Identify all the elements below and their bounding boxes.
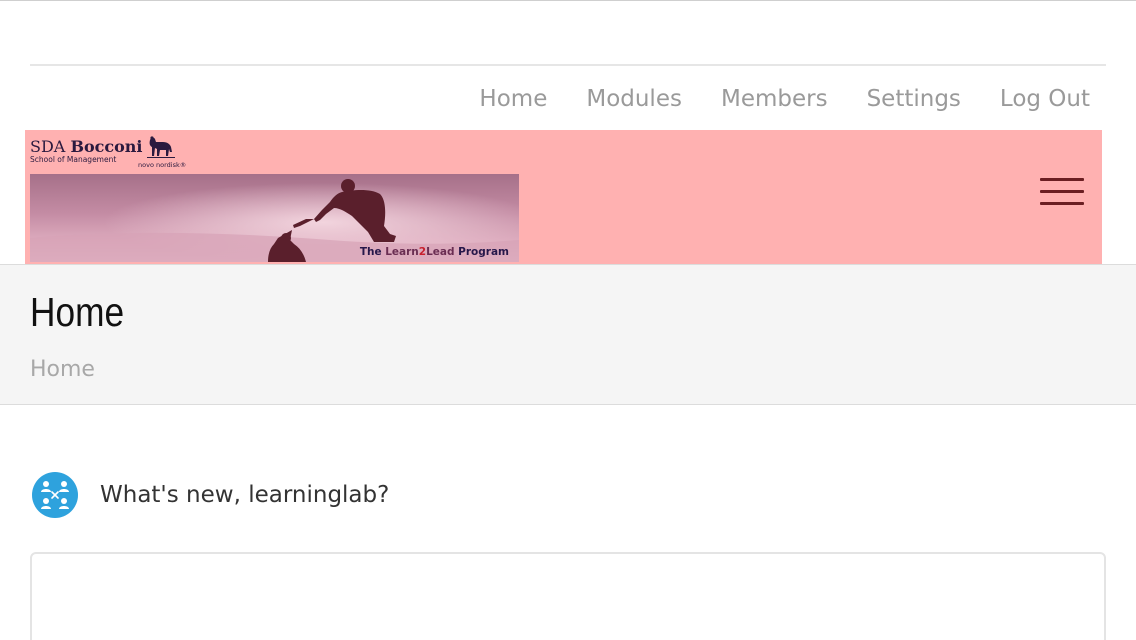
sda-bocconi-logo[interactable]: SDA Bocconi School of Management [30,139,143,164]
nav-link-home[interactable]: Home [479,82,547,116]
page: Home Modules Members Settings Log Out SD… [0,0,1136,640]
sda-bocconi-wordmark: SDA Bocconi [30,137,143,156]
avatar[interactable] [32,472,78,518]
group-network-icon [41,481,69,509]
breadcrumb[interactable]: Home [30,355,95,385]
nav-link-modules[interactable]: Modules [586,82,682,116]
site-header: SDA Bocconi School of Management novo no… [25,130,1102,266]
page-title-section: Home Home [0,264,1136,405]
activity-post-prompt: What's new, learninglab? [32,472,389,518]
apis-bull-icon [147,136,175,158]
top-divider [0,0,1136,1]
nav-link-members[interactable]: Members [721,82,828,116]
hamburger-bar [1040,202,1084,205]
whats-new-prompt: What's new, learninglab? [100,482,390,508]
nav-divider [30,64,1106,66]
hamburger-menu-icon[interactable] [1040,178,1084,208]
hamburger-bar [1040,190,1084,193]
hamburger-bar [1040,178,1084,181]
page-title: Home [30,289,125,335]
nav-link-settings[interactable]: Settings [867,82,961,116]
novo-nordisk-logo[interactable]: novo nordisk® [137,136,187,170]
novo-nordisk-label: novo nordisk® [138,161,187,169]
top-navigation: Home Modules Members Settings Log Out [440,82,1090,116]
activity-post-textarea[interactable] [30,552,1106,640]
program-banner-image: The Learn2Lead Program [30,174,519,262]
nav-link-log-out[interactable]: Log Out [1000,82,1090,116]
school-of-management-label: School of Management [30,155,117,164]
program-caption: The Learn2Lead Program [359,246,509,258]
